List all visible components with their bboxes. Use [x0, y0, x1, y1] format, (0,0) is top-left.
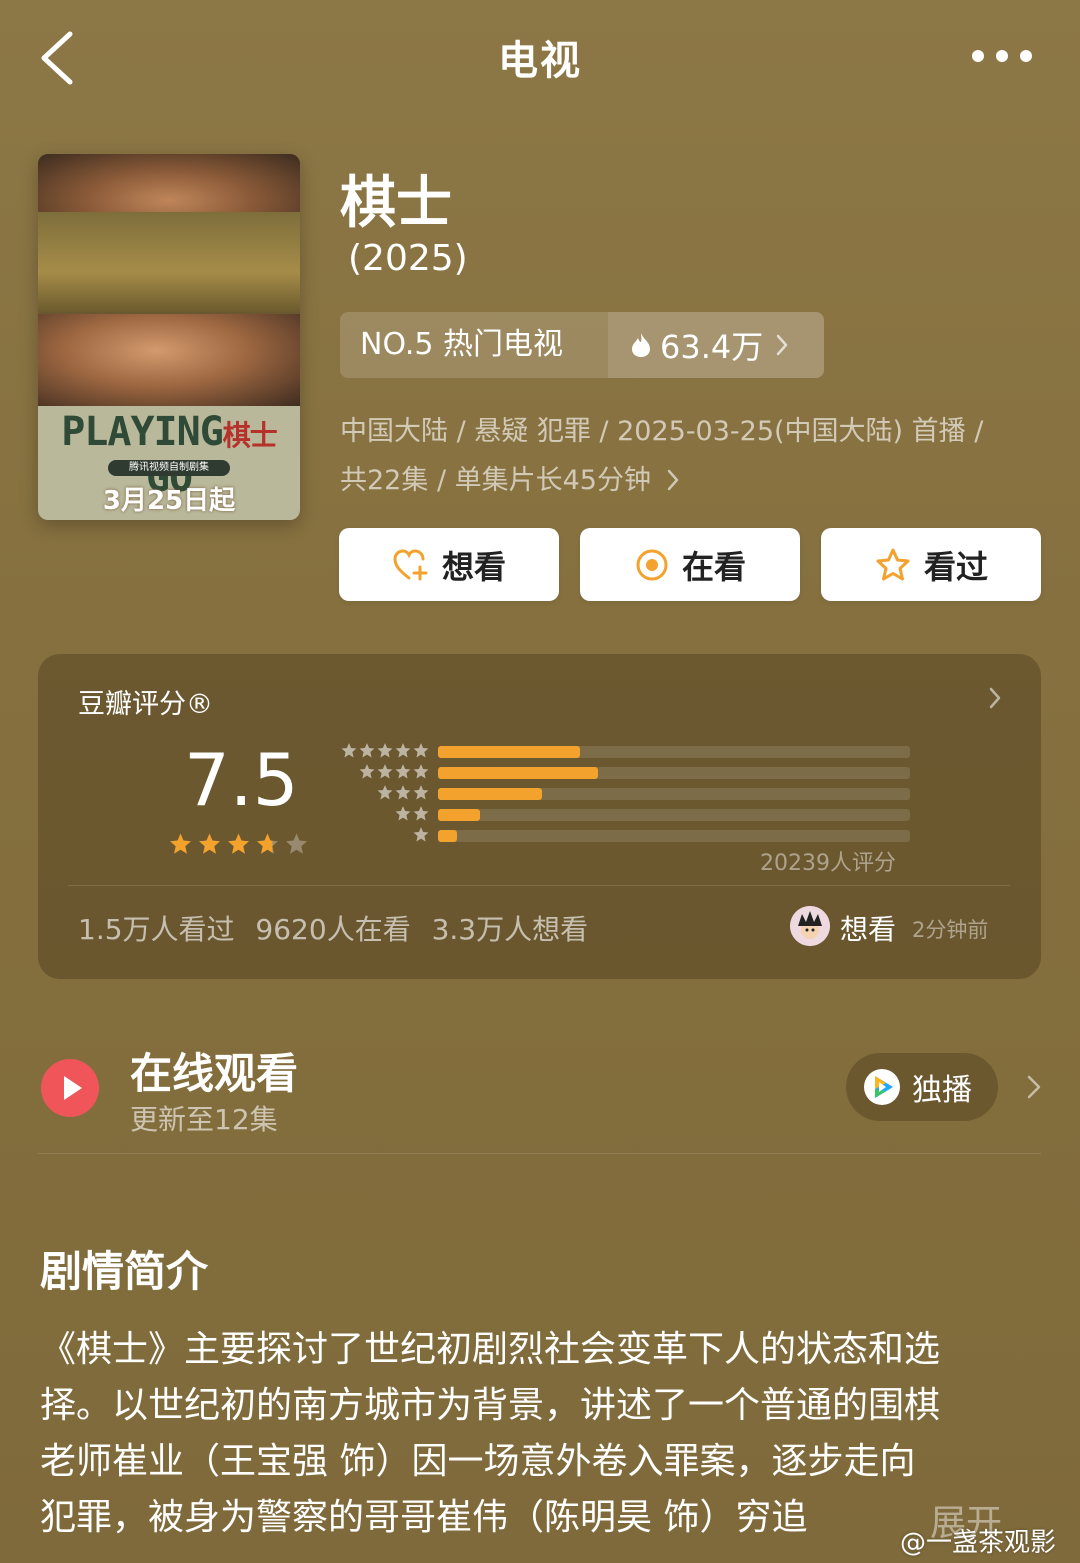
- divider: [68, 885, 1010, 886]
- rating-bar-fill: [438, 830, 457, 842]
- watermark: @一盏茶观影: [900, 1528, 1057, 1558]
- rank-label: NO.5 热门电视: [360, 327, 563, 362]
- watched-button[interactable]: 看过: [821, 528, 1041, 601]
- rating-score: 7.5: [184, 738, 299, 822]
- star-icon: [286, 833, 307, 854]
- star-icon: [340, 742, 430, 759]
- tencent-video-icon: [864, 1069, 900, 1105]
- heat-value: 63.4万: [660, 328, 764, 366]
- star-icon: [257, 833, 278, 854]
- want-to-watch-button[interactable]: 想看: [339, 528, 559, 601]
- rating-bar-track: [438, 809, 910, 821]
- fire-icon: [632, 333, 650, 357]
- play-circle-icon[interactable]: [40, 1058, 100, 1118]
- rating-bar-fill: [438, 809, 481, 821]
- rating-bar-fill: [438, 788, 542, 800]
- star-icon: [412, 826, 430, 843]
- avatar-image: [790, 906, 830, 946]
- target-circle-icon: [636, 549, 668, 580]
- rating-bar-fill: [438, 746, 580, 758]
- synopsis-line: 《棋士》主要探讨了世纪初剧烈社会变革下人的状态和选: [40, 1329, 941, 1370]
- star-icon: [228, 833, 249, 854]
- chevron-right-icon: [667, 469, 678, 491]
- platform-button[interactable]: 独播: [846, 1053, 998, 1121]
- rating-count: 20239人评分: [760, 851, 896, 876]
- star-icon: [199, 833, 220, 854]
- poster-date: 3月25日起: [102, 486, 236, 516]
- poster-tagline: 腾讯视频自制剧集: [108, 460, 230, 476]
- divider: [38, 1153, 1041, 1154]
- rank-badge[interactable]: NO.5 热门电视 63.4万: [340, 312, 824, 378]
- meta-line-2[interactable]: 共22集 / 单集片长45分钟: [340, 457, 1040, 505]
- meta-line-1: 中国大陆 / 悬疑 犯罪 / 2025-03-25(中国大陆) 首播 /: [340, 416, 984, 447]
- show-year: (2025): [348, 238, 468, 279]
- chevron-right-icon[interactable]: [1026, 1074, 1042, 1100]
- star-icon: [394, 805, 430, 822]
- recent-activity-status: 想看: [840, 913, 897, 946]
- poster-image[interactable]: PLAYING棋士GO 腾讯视频自制剧集 3月25日起: [38, 154, 300, 520]
- synopsis-title: 剧情简介: [40, 1247, 209, 1296]
- star-outline-icon: [876, 548, 910, 580]
- synopsis-line: 择。以世纪初的南方城市为背景，讲述了一个普通的围棋: [40, 1385, 941, 1426]
- rating-label: 豆瓣评分®: [78, 689, 213, 720]
- rating-bar-1-star: [335, 826, 915, 844]
- rating-bar-3-star: [335, 784, 915, 802]
- episode-update: 更新至12集: [130, 1103, 278, 1136]
- star-icon: [170, 833, 191, 854]
- watch-online-title[interactable]: 在线观看: [130, 1040, 298, 1101]
- watching-button[interactable]: 在看: [580, 528, 800, 601]
- rating-bar-4-star: [335, 763, 915, 781]
- recent-activity-time: 2分钟前: [912, 918, 989, 942]
- heat-indicator[interactable]: 63.4万: [608, 312, 824, 378]
- show-title: 棋士: [340, 171, 452, 236]
- synopsis-text: 《棋士》主要探讨了世纪初剧烈社会变革下人的状态和选 择。以世纪初的南方城市为背景…: [40, 1322, 1040, 1546]
- synopsis-line: 犯罪，被身为警察的哥哥崔伟（陈明昊 饰）穷追: [40, 1497, 808, 1538]
- more-dots-icon[interactable]: [972, 50, 1032, 68]
- avatar[interactable]: [790, 906, 830, 946]
- rating-bar-track: [438, 830, 910, 842]
- rating-bar-5-star: [335, 742, 915, 760]
- rating-stars: [168, 832, 313, 856]
- star-icon: [358, 763, 430, 780]
- star-icon: [376, 784, 430, 801]
- chevron-right-icon[interactable]: [988, 686, 1002, 710]
- chevron-right-icon: [777, 334, 788, 356]
- heart-plus-icon: [393, 548, 428, 580]
- rating-bar-2-star: [335, 805, 915, 823]
- watch-stats: 1.5万人看过 9620人在看 3.3万人想看: [78, 913, 589, 946]
- platform-label: 独播: [912, 1073, 972, 1108]
- synopsis-line: 老师崔业（王宝强 饰）因一场意外卷入罪案，逐步走向: [40, 1441, 916, 1482]
- rating-bar-fill: [438, 767, 599, 779]
- page-title: 电视: [498, 38, 582, 84]
